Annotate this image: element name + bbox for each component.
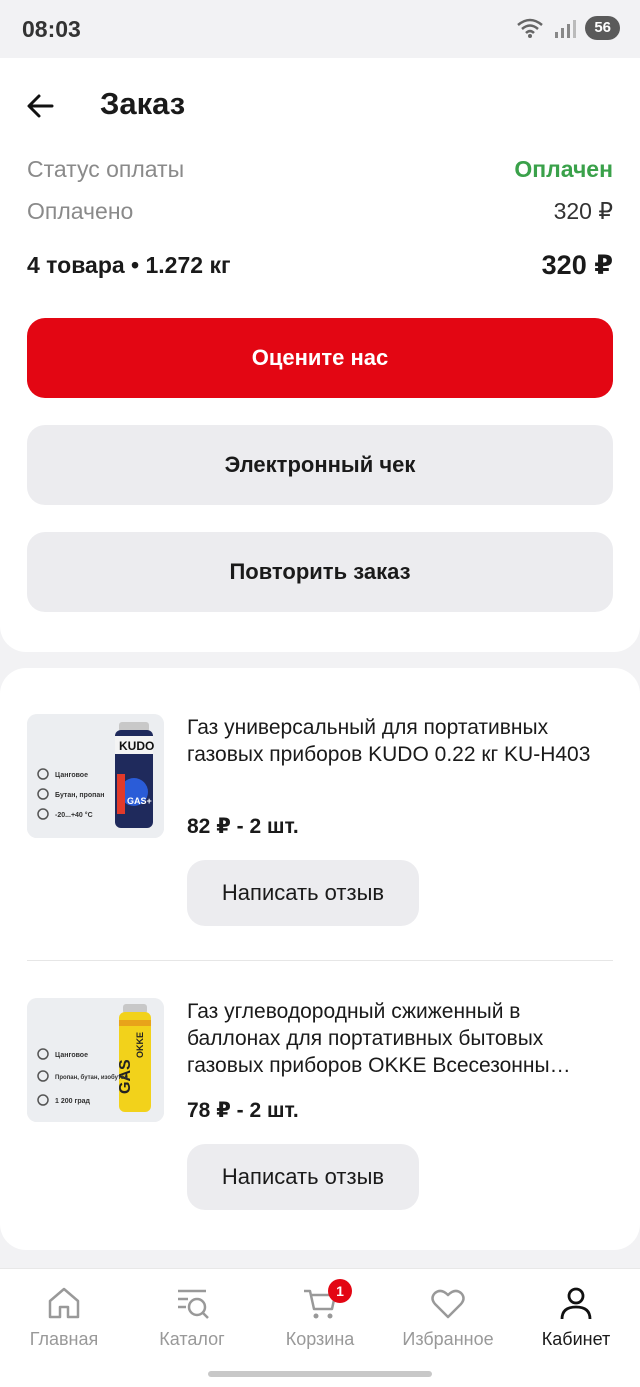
product-name[interactable]: Газ углеводородный сжиженный в баллонах … (187, 998, 607, 1079)
heart-icon (431, 1289, 465, 1319)
tab-favorites[interactable]: Избранное (384, 1283, 512, 1350)
order-summary-card: Заказ Статус оплаты Оплачен Оплачено 320… (0, 58, 640, 652)
paid-label: Оплачено (27, 198, 134, 224)
tab-home[interactable]: Главная (0, 1283, 128, 1350)
payment-status-value: Оплачен (514, 156, 613, 182)
thumb-tag: GAS+ (127, 796, 152, 806)
bottom-tab-bar: Главная Каталог 1 Корзина Избранное Каби… (0, 1268, 640, 1387)
catalog-search-icon (178, 1289, 209, 1319)
product-price: 78 ₽ - 2 шт. (187, 1099, 299, 1122)
thumb-line-1: Цанговое (55, 1052, 88, 1059)
tab-cart[interactable]: 1 Корзина (256, 1279, 384, 1350)
repeat-order-button[interactable]: Повторить заказ (27, 532, 613, 612)
thumb-brand: OKKE (135, 1032, 145, 1058)
product-image[interactable]: GAS OKKE Цанговое Пропан, бутан, изобута… (27, 998, 164, 1122)
arrow-left-icon (27, 94, 54, 118)
thumb-line-3: 1 200 град (55, 1098, 91, 1105)
thumb-brand: KUDO (119, 739, 154, 753)
tab-catalog[interactable]: Каталог (128, 1283, 256, 1350)
tab-catalog-label: Каталог (159, 1329, 225, 1349)
paid-value: 320 ₽ (553, 198, 613, 224)
signal-icon (555, 20, 577, 38)
cart-badge: 1 (328, 1279, 352, 1303)
payment-status-label: Статус оплаты (27, 156, 185, 182)
gas-can-kudo-icon: KUDO GAS+ Цанговое Бутан, пропан -20...+… (27, 714, 164, 838)
e-receipt-button[interactable]: Электронный чек (27, 425, 613, 505)
gas-can-okke-icon: GAS OKKE Цанговое Пропан, бутан, изобута… (27, 998, 164, 1122)
write-review-button[interactable]: Написать отзыв (187, 1144, 419, 1210)
page-title: Заказ (100, 86, 186, 121)
product-price: 82 ₽ - 2 шт. (187, 815, 299, 838)
product-name[interactable]: Газ универсальный для портативных газовы… (187, 714, 607, 768)
total-value: 320 ₽ (541, 250, 613, 280)
tab-cabinet-label: Кабинет (541, 1329, 611, 1349)
thumb-line-3: -20...+40 °C (55, 811, 93, 819)
order-items-card: KUDO GAS+ Цанговое Бутан, пропан -20...+… (0, 668, 640, 1250)
thumb-line-2: Бутан, пропан (55, 792, 105, 799)
payment-status-row: Статус оплаты Оплачен (27, 156, 613, 183)
user-icon (560, 1287, 592, 1320)
thumb-line-1: Цанговое (55, 772, 88, 779)
total-row: 4 товара • 1.272 кг 320 ₽ (27, 250, 613, 281)
back-button[interactable] (22, 86, 62, 126)
tab-cabinet[interactable]: Кабинет (512, 1283, 640, 1350)
home-indicator[interactable] (208, 1371, 432, 1377)
tab-cart-label: Корзина (285, 1329, 355, 1349)
product-image[interactable]: KUDO GAS+ Цанговое Бутан, пропан -20...+… (27, 714, 164, 838)
battery-indicator: 56 (585, 16, 620, 40)
paid-row: Оплачено 320 ₽ (27, 198, 613, 225)
items-count-weight: 4 товара • 1.272 кг (27, 252, 231, 278)
wifi-icon (517, 18, 544, 38)
divider (27, 960, 613, 961)
status-time: 08:03 (22, 16, 81, 42)
rate-us-button[interactable]: Оцените нас (27, 318, 613, 398)
status-bar: 08:03 56 (0, 0, 640, 58)
write-review-button[interactable]: Написать отзыв (187, 860, 419, 926)
tab-home-label: Главная (29, 1329, 99, 1349)
thumb-line-2: Пропан, бутан, изобутан (55, 1074, 128, 1081)
app-header: Заказ (0, 58, 640, 153)
status-icons: 56 (515, 16, 620, 40)
home-icon (48, 1287, 80, 1319)
tab-favorites-label: Избранное (402, 1329, 494, 1349)
